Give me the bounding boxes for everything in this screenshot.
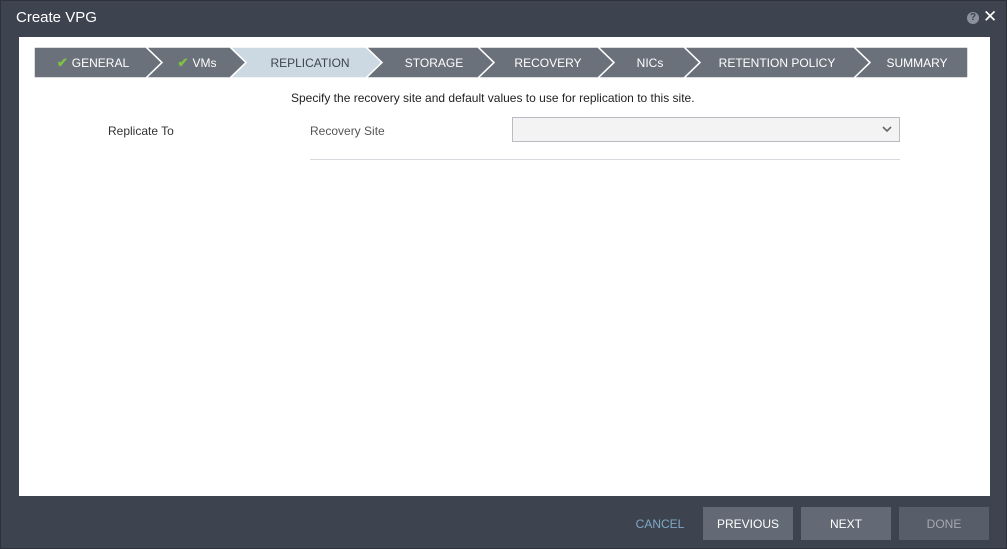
title-bar: Create VPG ? ✕ — [1, 1, 1006, 35]
divider — [310, 159, 900, 160]
step-label: VMs — [192, 55, 217, 70]
step-retention-policy[interactable]: RETENTION POLICY — [684, 47, 870, 78]
wizard-content: ✔ GENERAL ✔ VMs REPLICATION STORAGE RECOVE… — [19, 37, 990, 496]
wizard-steps: ✔ GENERAL ✔ VMs REPLICATION STORAGE RECOVE… — [34, 47, 968, 78]
step-label: NICs — [636, 55, 664, 70]
step-nics[interactable]: NICs — [598, 47, 700, 78]
create-vpg-dialog: Create VPG ? ✕ ✔ GENERAL ✔ VMs REPLICATION… — [0, 0, 1007, 549]
next-button[interactable]: NEXT — [801, 507, 891, 540]
step-label: SUMMARY — [886, 55, 948, 70]
step-storage[interactable]: STORAGE — [366, 47, 494, 78]
step-description: Specify the recovery site and default va… — [291, 91, 695, 105]
check-icon: ✔ — [56, 54, 68, 70]
step-label: REPLICATION — [270, 55, 350, 70]
recovery-site-label: Recovery Site — [310, 124, 385, 138]
recovery-site-select[interactable] — [512, 117, 900, 142]
chevron-down-icon — [882, 126, 892, 133]
check-icon: ✔ — [177, 54, 189, 70]
step-replication[interactable]: REPLICATION — [230, 47, 382, 78]
step-label: RECOVERY — [514, 55, 582, 70]
help-icon[interactable]: ? — [967, 12, 979, 24]
dialog-title: Create VPG — [16, 9, 97, 26]
done-button[interactable]: DONE — [899, 507, 989, 540]
step-label: GENERAL — [71, 55, 130, 70]
step-recovery[interactable]: RECOVERY — [478, 47, 614, 78]
step-label: RETENTION POLICY — [718, 55, 836, 70]
previous-button[interactable]: PREVIOUS — [703, 507, 793, 540]
step-label: STORAGE — [404, 55, 464, 70]
step-vms[interactable]: ✔ VMs — [146, 47, 246, 78]
cancel-button[interactable]: CANCEL — [625, 507, 695, 540]
replicate-to-label: Replicate To — [108, 124, 174, 138]
step-general[interactable]: ✔ GENERAL — [34, 47, 162, 78]
close-icon[interactable]: ✕ — [983, 8, 997, 25]
step-summary[interactable]: SUMMARY — [854, 47, 968, 78]
